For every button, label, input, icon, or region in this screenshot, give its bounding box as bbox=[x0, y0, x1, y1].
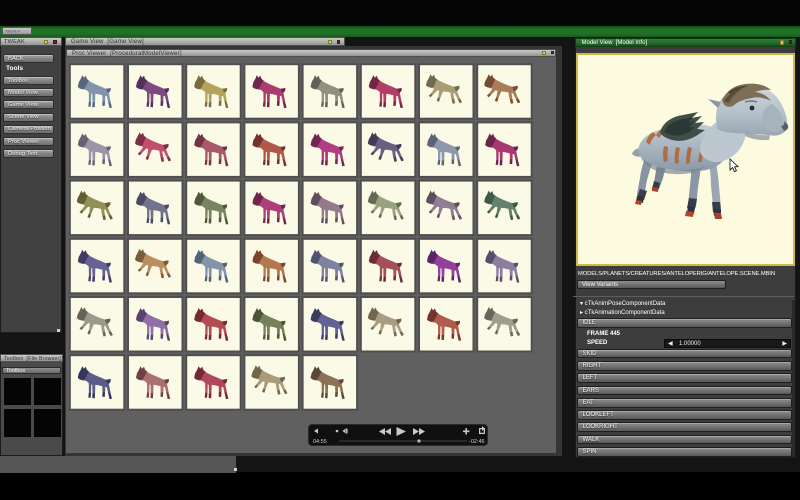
svg-text:04:55: 04:55 bbox=[313, 439, 327, 445]
svg-text:-02:46: -02:46 bbox=[469, 439, 485, 445]
